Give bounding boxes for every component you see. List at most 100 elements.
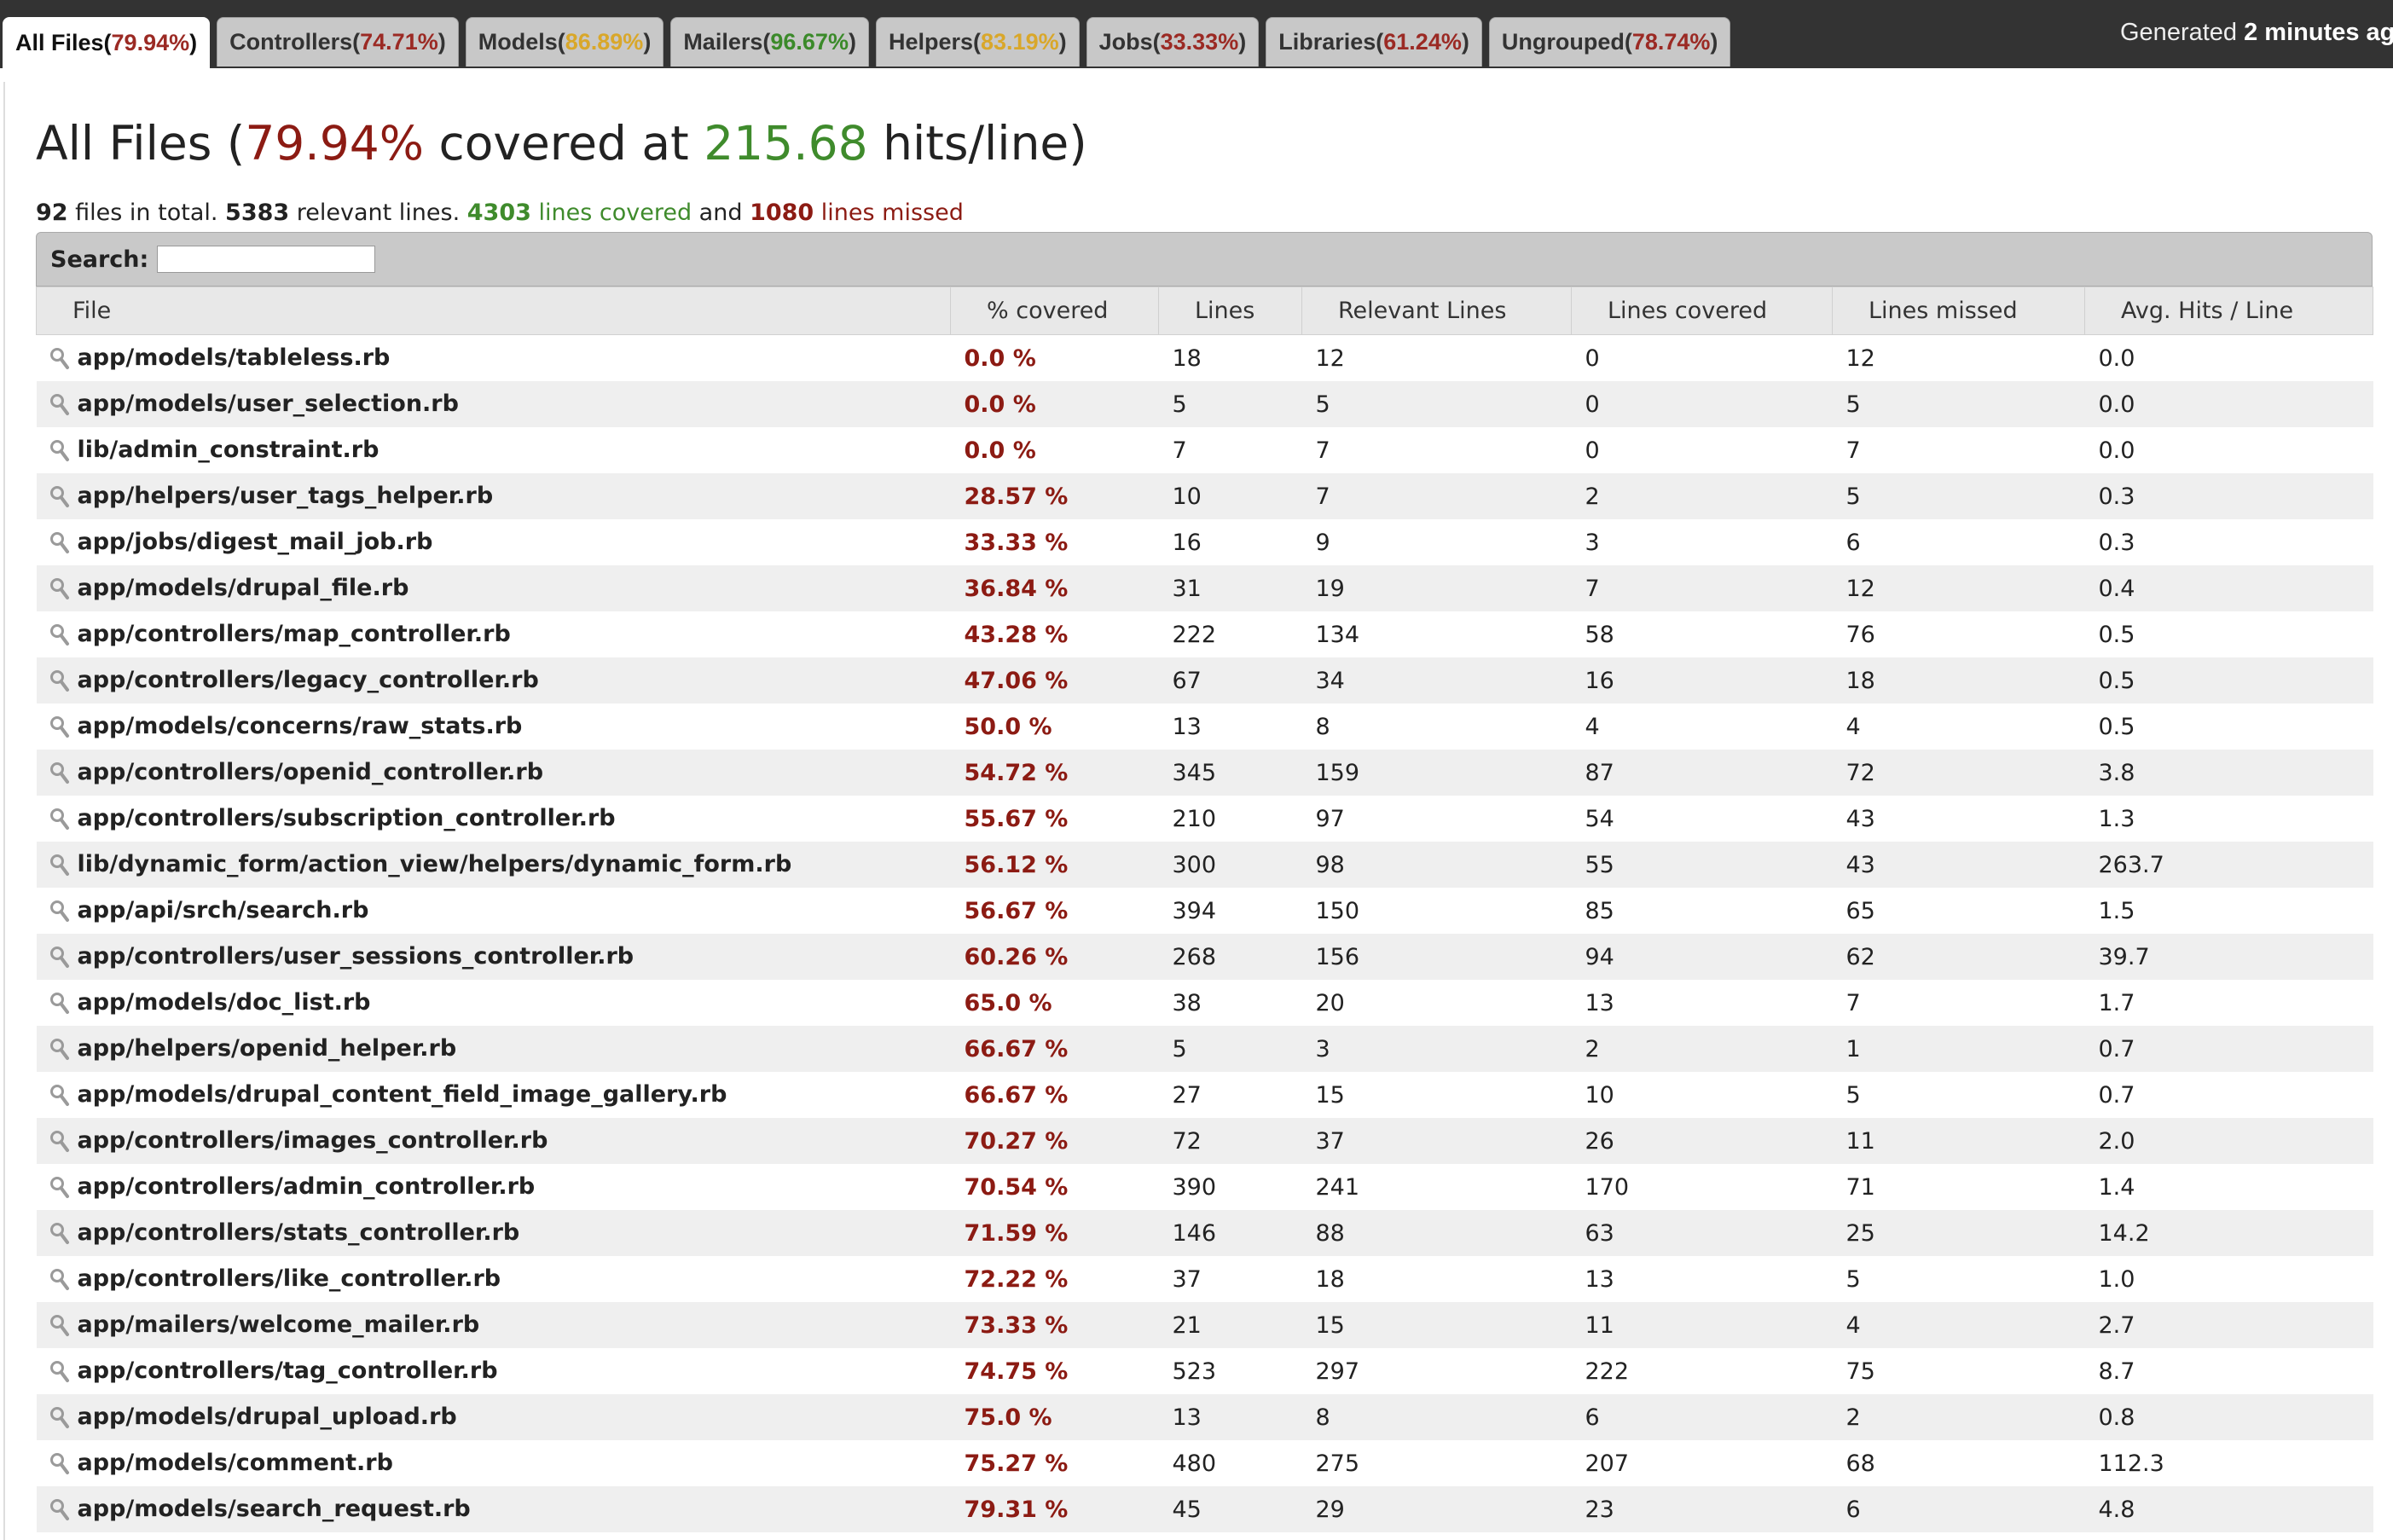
file-cell[interactable]: app/models/comment.rb [37, 1440, 951, 1486]
file-cell[interactable]: app/controllers/like_controller.rb [37, 1256, 951, 1302]
file-link[interactable]: app/helpers/user_tags_helper.rb [78, 483, 494, 509]
file-link[interactable]: app/mailers/welcome_mailer.rb [78, 1311, 480, 1338]
lines-cell: 45 [1158, 1486, 1302, 1532]
tab-all-files[interactable]: All Files (79.94%) [3, 17, 211, 68]
file-link[interactable]: app/helpers/openid_helper.rb [78, 1035, 457, 1062]
relevant-lines-cell: 15 [1315, 1081, 1345, 1109]
file-link[interactable]: app/controllers/user_sessions_controller… [78, 943, 634, 970]
lines-missed-cell: 6 [1845, 529, 1861, 556]
file-link[interactable]: app/controllers/map_controller.rb [78, 621, 511, 647]
magnifier-icon [49, 1083, 71, 1109]
file-link[interactable]: app/models/drupal_content_field_image_ga… [78, 1081, 727, 1108]
lines-missed-cell: 25 [1832, 1210, 2085, 1256]
file-cell[interactable]: lib/dynamic_form/action_view/helpers/dyn… [36, 842, 951, 888]
file-cell[interactable]: app/helpers/user_tags_helper.rb [36, 473, 951, 519]
tab-mailers[interactable]: Mailers (96.67%) [670, 17, 869, 67]
tab-controllers[interactable]: Controllers (74.71%) [217, 17, 459, 67]
file-link[interactable]: app/controllers/admin_controller.rb [78, 1173, 536, 1200]
coverage-cell: 65.0 % [964, 989, 1052, 1016]
file-cell[interactable]: app/controllers/images_controller.rb [36, 1118, 951, 1164]
file-cell[interactable]: app/models/tableless.rb [37, 335, 951, 382]
tab-models[interactable]: Models (86.89%) [465, 17, 664, 67]
file-link[interactable]: app/controllers/stats_controller.rb [78, 1219, 520, 1246]
column-header-avg-hits-line[interactable]: Avg. Hits / Line [2084, 287, 2373, 335]
file-link[interactable]: lib/admin_constraint.rb [78, 437, 380, 463]
file-cell[interactable]: app/api/srch/search.rb [37, 888, 951, 934]
file-link[interactable]: app/models/drupal_upload.rb [78, 1404, 457, 1430]
column-header-lines-missed[interactable]: Lines missed [1832, 287, 2085, 335]
lines-cell: 222 [1172, 621, 1217, 648]
search-input[interactable] [157, 246, 376, 273]
file-cell[interactable]: app/helpers/openid_helper.rb [36, 1026, 951, 1072]
tab-percent: 74.71% [360, 29, 438, 55]
column-header-relevant-lines[interactable]: Relevant Lines [1301, 287, 1572, 335]
magnifier-icon [49, 1359, 71, 1385]
file-link[interactable]: app/models/doc_list.rb [78, 989, 371, 1016]
column-header-lines[interactable]: Lines [1158, 287, 1302, 335]
file-cell[interactable]: app/models/drupal_content_field_image_ga… [37, 1072, 951, 1118]
file-link[interactable]: app/models/drupal_file.rb [78, 575, 409, 601]
magnifier-icon [49, 1175, 71, 1201]
file-cell[interactable]: app/controllers/map_controller.rb [37, 611, 951, 657]
relevant-lines-cell: 3 [1301, 1026, 1572, 1072]
column-header-lines-covered[interactable]: Lines covered [1571, 287, 1833, 335]
file-cell[interactable]: app/jobs/digest_mail_job.rb [37, 519, 951, 565]
tab-libraries[interactable]: Libraries (61.24%) [1266, 17, 1482, 67]
file-cell[interactable]: app/controllers/subscription_controller.… [37, 796, 951, 842]
file-link[interactable]: app/models/search_request.rb [78, 1496, 471, 1522]
file-cell[interactable]: app/models/drupal_upload.rb [36, 1394, 951, 1440]
file-link[interactable]: app/api/srch/search.rb [78, 897, 369, 923]
file-link[interactable]: app/jobs/digest_mail_job.rb [78, 529, 433, 555]
file-link[interactable]: lib/dynamic_form/action_view/helpers/dyn… [78, 851, 792, 877]
table-row: app/controllers/legacy_controller.rb 47.0… [36, 657, 2373, 703]
lines-missed-cell: 11 [1832, 1118, 2085, 1164]
file-cell[interactable]: app/models/user_selection.rb [36, 381, 951, 427]
table-row: app/models/drupal_file.rb 36.84 % 31 19 7 12 0… [36, 565, 2373, 611]
lines-cell: 523 [1172, 1358, 1217, 1385]
file-cell[interactable]: lib/admin_constraint.rb [37, 427, 951, 473]
relevant-lines-cell: 7 [1301, 473, 1572, 519]
table-row: app/controllers/user_sessions_controller… [36, 934, 2373, 980]
file-cell[interactable]: app/mailers/welcome_mailer.rb [36, 1302, 951, 1348]
file-link[interactable]: app/models/user_selection.rb [78, 391, 459, 417]
file-link[interactable]: app/models/tableless.rb [78, 344, 391, 371]
avg-hits-cell: 0.7 [2084, 1026, 2373, 1072]
file-cell[interactable]: app/models/search_request.rb [36, 1486, 951, 1532]
relevant-lines-cell: 20 [1315, 989, 1345, 1016]
tab-paren-close: ) [1710, 29, 1718, 55]
tab-paren-open: ( [762, 29, 771, 55]
file-link[interactable]: app/models/comment.rb [78, 1450, 393, 1476]
tab-helpers[interactable]: Helpers (83.19%) [875, 17, 1080, 67]
file-link[interactable]: app/controllers/legacy_controller.rb [78, 667, 539, 693]
file-link[interactable]: app/controllers/subscription_controller.… [78, 805, 616, 831]
file-link[interactable]: app/controllers/tag_controller.rb [78, 1358, 498, 1384]
file-link[interactable]: app/controllers/openid_controller.rb [78, 759, 544, 785]
file-cell[interactable]: app/models/doc_list.rb [37, 980, 951, 1026]
file-cell[interactable]: app/controllers/admin_controller.rb [37, 1164, 951, 1210]
file-cell[interactable]: app/controllers/legacy_controller.rb [36, 657, 951, 703]
column-header-file[interactable]: File [36, 287, 951, 335]
file-cell[interactable]: app/controllers/openid_controller.rb [36, 750, 951, 796]
file-cell[interactable]: app/controllers/tag_controller.rb [37, 1348, 951, 1394]
magnifier-icon [49, 853, 71, 878]
tab-label: Mailers [683, 29, 763, 55]
lines-covered-cell: 26 [1571, 1118, 1833, 1164]
avg-hits-cell: 0.8 [2084, 1394, 2373, 1440]
file-cell[interactable]: app/controllers/stats_controller.rb [36, 1210, 951, 1256]
table-body: app/models/tableless.rb 0.0 % 18 12 0 12 0.0 ap… [36, 335, 2373, 1532]
file-cell[interactable]: app/models/drupal_file.rb [36, 565, 951, 611]
avg-hits-cell: 14.2 [2084, 1210, 2373, 1256]
file-link[interactable]: app/models/concerns/raw_stats.rb [78, 713, 523, 739]
column-header-covered[interactable]: % covered [950, 287, 1159, 335]
file-cell[interactable]: app/models/concerns/raw_stats.rb [37, 703, 951, 750]
table-row: app/api/srch/search.rb 56.67 % 394 150 85 65 1… [37, 888, 2373, 934]
file-link[interactable]: app/controllers/like_controller.rb [78, 1265, 501, 1292]
lines-cell: 480 [1172, 1450, 1217, 1477]
file-link[interactable]: app/controllers/images_controller.rb [78, 1127, 548, 1154]
file-cell[interactable]: app/controllers/user_sessions_controller… [36, 934, 951, 980]
lines-covered-cell: 10 [1585, 1081, 1614, 1109]
tab-paren-close: ) [1461, 29, 1469, 55]
tab-jobs[interactable]: Jobs (33.33%) [1086, 17, 1260, 67]
lines-covered-cell: 13 [1585, 989, 1614, 1016]
tab-ungrouped[interactable]: Ungrouped (78.74%) [1488, 17, 1731, 67]
